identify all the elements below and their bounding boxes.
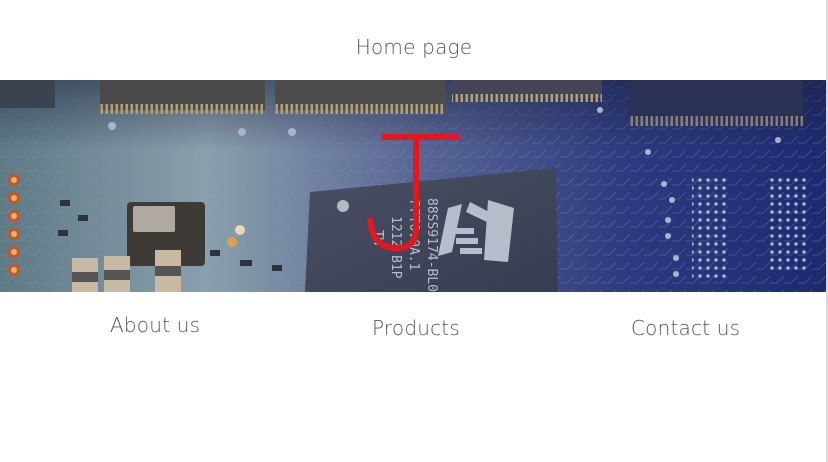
about-us-link[interactable]: About us bbox=[110, 311, 200, 339]
contact-us-link[interactable]: Contact us bbox=[631, 314, 740, 342]
svg-text:88SS9174-BL02: 88SS9174-BL02 bbox=[424, 198, 439, 292]
hero-banner: 88SS9174-BL02 PFT0.0A.1 1212 B1P TW bbox=[0, 80, 826, 292]
home-page-link[interactable]: Home page bbox=[0, 33, 828, 61]
products-link[interactable]: Products bbox=[372, 314, 460, 342]
circuit-board-image: 88SS9174-BL02 PFT0.0A.1 1212 B1P TW bbox=[0, 80, 826, 292]
page: Home page 88SS9174-BL02 PFT0.0A.1 1212 B… bbox=[0, 0, 828, 462]
